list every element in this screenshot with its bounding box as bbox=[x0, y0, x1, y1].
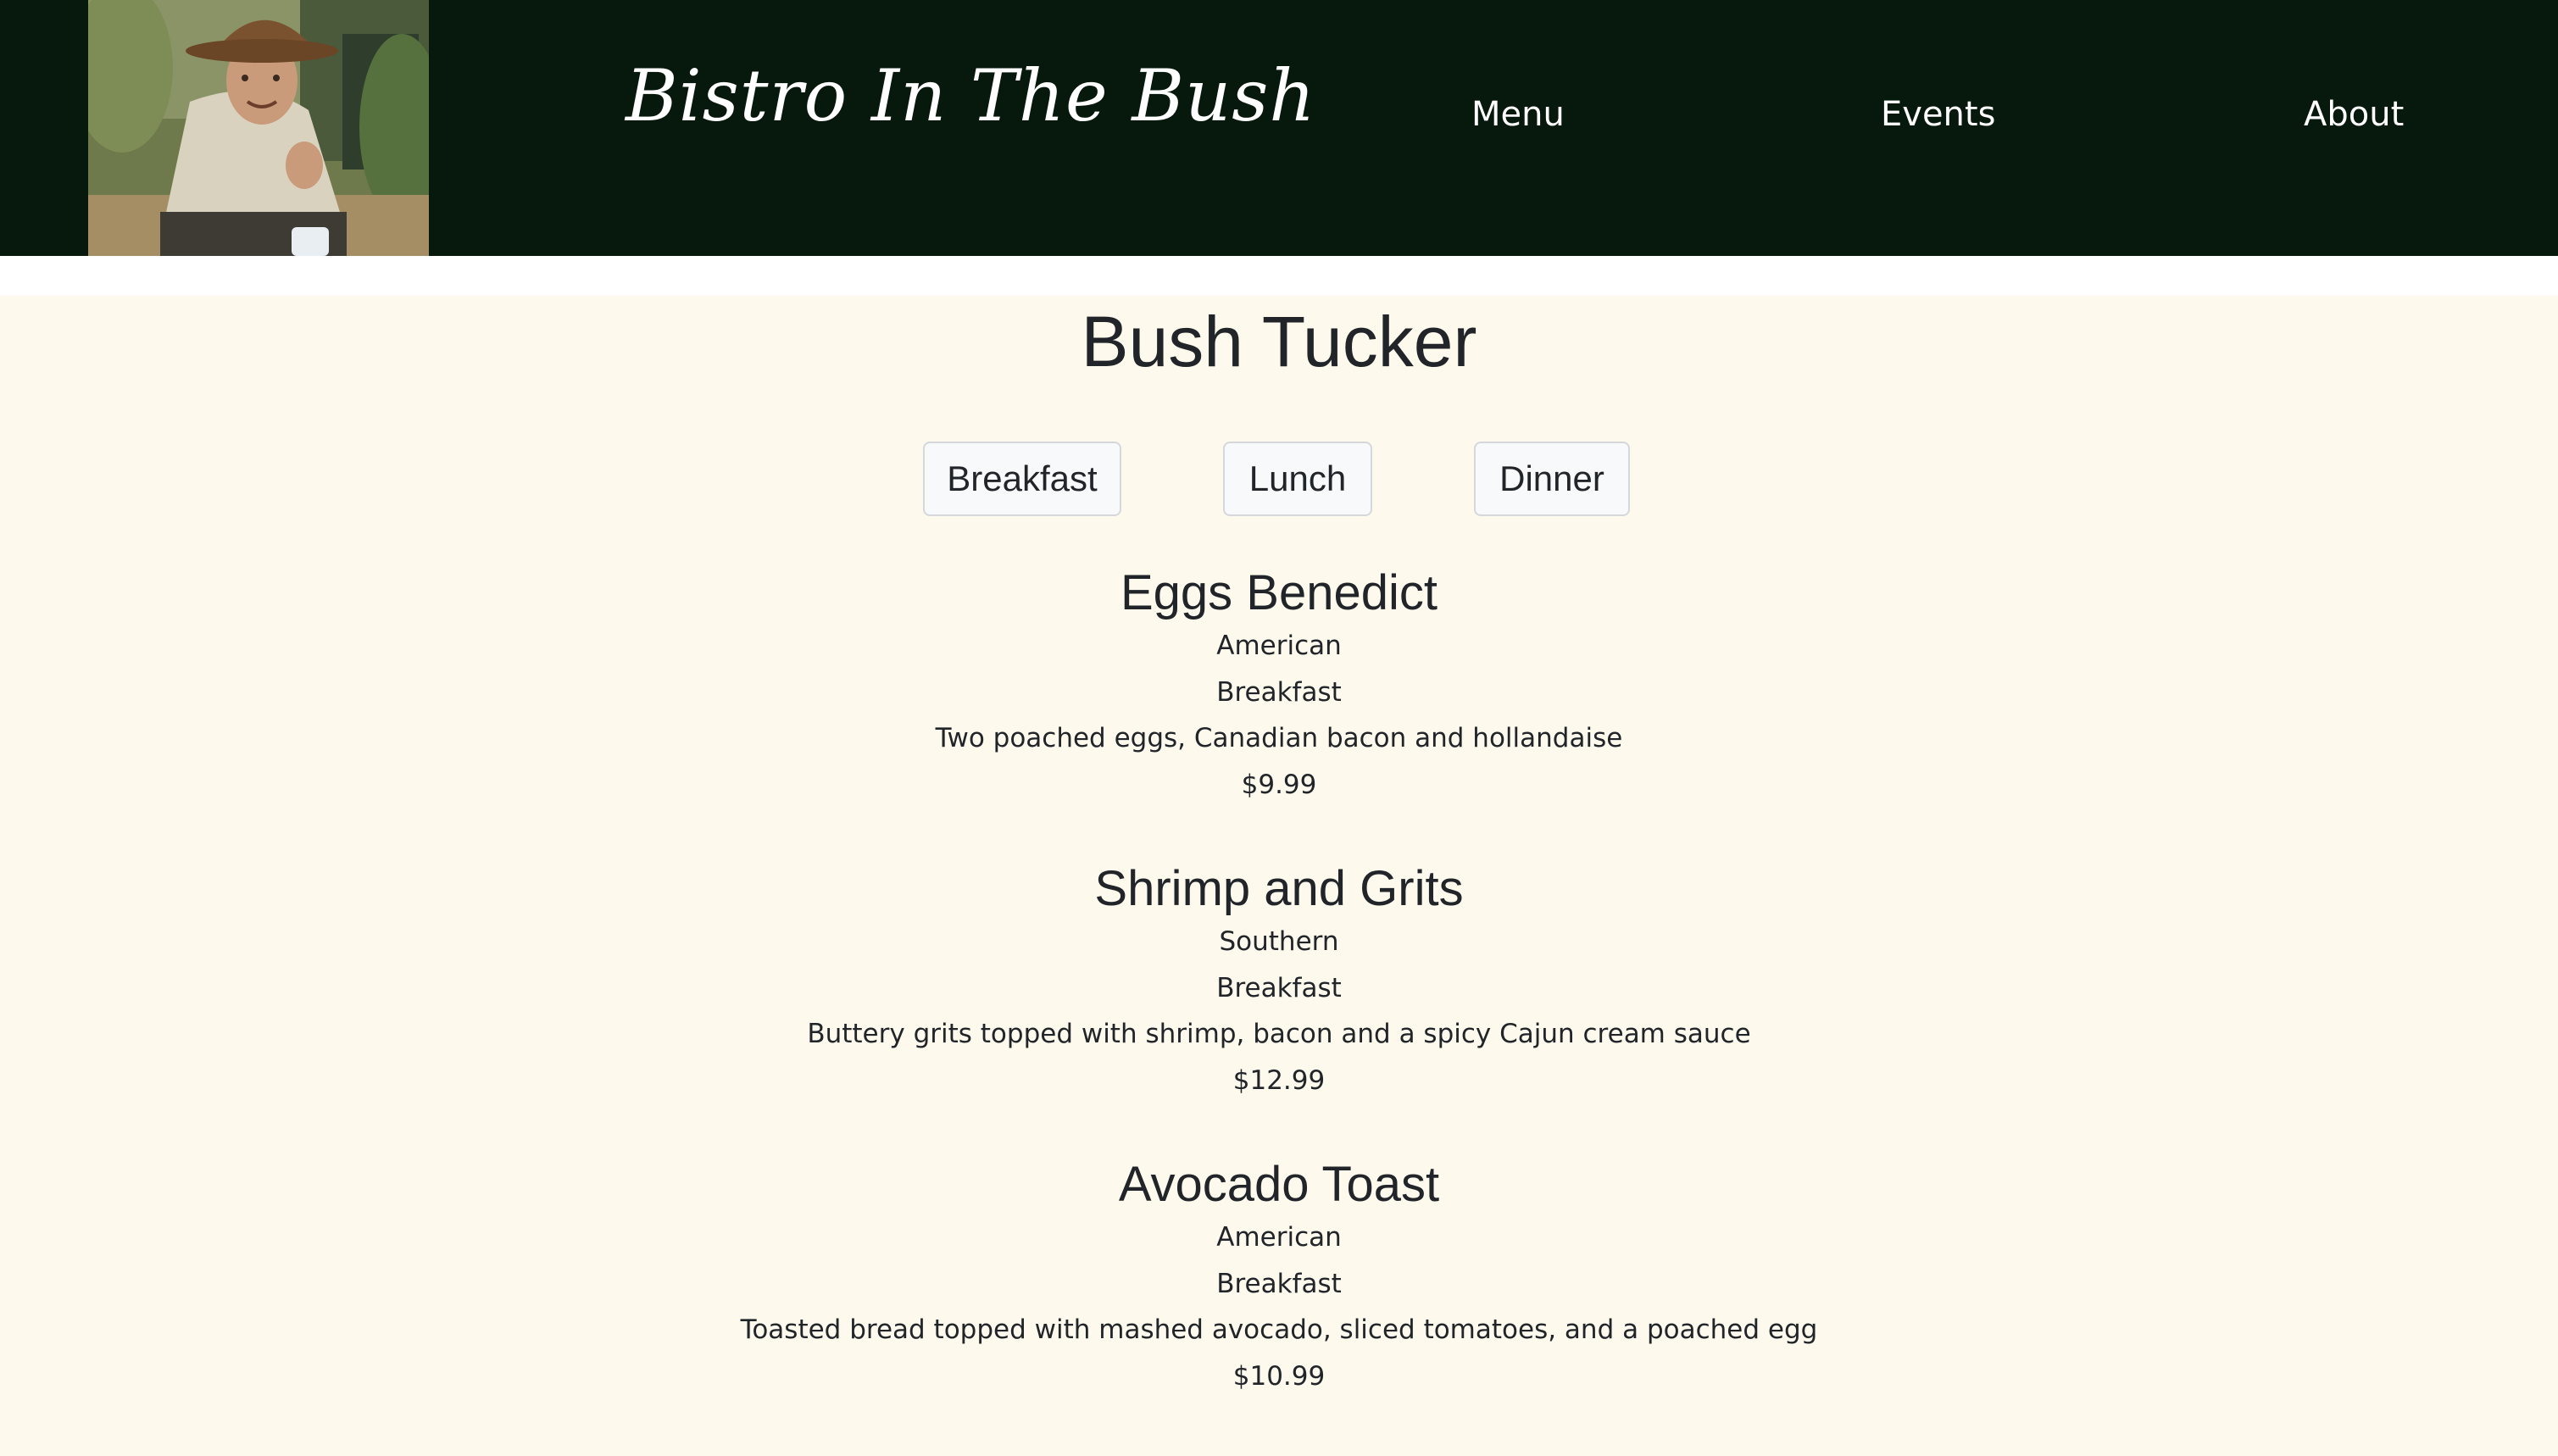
menu-item: Shrimp and Grits Southern Breakfast Butt… bbox=[0, 859, 2558, 1103]
dish-price: $12.99 bbox=[1232, 1064, 1326, 1096]
dish-cuisine: American bbox=[1216, 631, 1342, 661]
nav-menu-link[interactable]: Menu bbox=[1471, 95, 1565, 134]
dinner-filter-button[interactable]: Dinner bbox=[1474, 442, 1630, 516]
dish-cuisine: Southern bbox=[1219, 926, 1339, 957]
dish-meal: Breakfast bbox=[1216, 676, 1342, 708]
dish-cuisine: American bbox=[1216, 1222, 1342, 1253]
brand-title[interactable]: Bistro In The Bush bbox=[626, 54, 1315, 137]
lunch-filter-button[interactable]: Lunch bbox=[1223, 442, 1372, 516]
dish-description: Buttery grits topped with shrimp, bacon … bbox=[807, 1019, 1751, 1049]
nav-events-link[interactable]: Events bbox=[1881, 95, 1995, 134]
menu-section: Bush Tucker Breakfast Lunch Dinner Eggs … bbox=[0, 296, 2558, 1456]
dish-price: $9.99 bbox=[1241, 769, 1317, 800]
dish-description: Toasted bread topped with mashed avocado… bbox=[740, 1314, 1818, 1345]
dish-meal: Breakfast bbox=[1216, 972, 1342, 1003]
dish-meal: Breakfast bbox=[1216, 1268, 1342, 1299]
breakfast-filter-button[interactable]: Breakfast bbox=[923, 442, 1121, 516]
page-title: Bush Tucker bbox=[1081, 302, 1477, 381]
dish-name: Eggs Benedict bbox=[1120, 565, 1438, 620]
chef-photo bbox=[88, 0, 429, 256]
dish-price: $10.99 bbox=[1232, 1360, 1326, 1392]
menu-item: Avocado Toast American Breakfast Toasted… bbox=[0, 1155, 2558, 1399]
dish-name: Shrimp and Grits bbox=[1094, 861, 1464, 916]
nav-about-link[interactable]: About bbox=[2304, 95, 2404, 134]
top-navbar: Bistro In The Bush Menu Events About bbox=[0, 0, 2558, 256]
dish-name: Avocado Toast bbox=[1118, 1157, 1440, 1212]
dish-description: Two poached eggs, Canadian bacon and hol… bbox=[935, 723, 1623, 753]
menu-item: Eggs Benedict American Breakfast Two poa… bbox=[0, 564, 2558, 808]
